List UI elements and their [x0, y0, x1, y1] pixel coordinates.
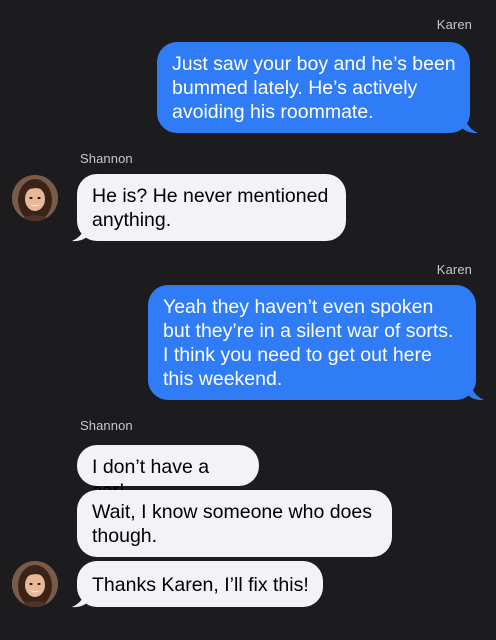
contact-avatar[interactable]	[12, 175, 58, 221]
woman-portrait-avatar-icon	[12, 561, 58, 607]
contact-avatar[interactable]	[12, 561, 58, 607]
message-text: Wait, I know someone who does though.	[92, 501, 372, 547]
message-bubble-incoming[interactable]: Wait, I know someone who does though.	[77, 490, 392, 557]
message-bubble-incoming[interactable]: I don’t have a car!	[77, 445, 259, 502]
bubble-tail-left-icon	[72, 588, 90, 608]
message-bubble-outgoing[interactable]: Just saw your boy and he’s been bummed l…	[157, 42, 470, 133]
sender-name-shannon: Shannon	[80, 418, 133, 433]
bubble-tail-left-icon	[72, 222, 90, 242]
sender-name-shannon: Shannon	[80, 151, 133, 166]
woman-portrait-avatar-icon	[12, 175, 58, 221]
message-bubble-incoming[interactable]: He is? He never mentioned anything.	[77, 174, 346, 241]
bubble-tail-right-icon	[460, 114, 478, 134]
bubble-tail-right-icon	[466, 381, 484, 401]
message-text: Just saw your boy and he’s been bummed l…	[172, 53, 456, 123]
message-bubble-incoming[interactable]: Thanks Karen, I’ll fix this!	[77, 561, 323, 607]
message-text: Thanks Karen, I’ll fix this!	[92, 574, 309, 596]
sender-name-karen: Karen	[436, 17, 472, 32]
message-text: Yeah they haven’t even spoken but they’r…	[163, 296, 454, 390]
message-bubble-outgoing[interactable]: Yeah they haven’t even spoken but they’r…	[148, 285, 476, 400]
message-text: He is? He never mentioned anything.	[92, 185, 329, 231]
message-thread: Karen Just saw your boy and he’s been bu…	[0, 0, 496, 640]
sender-name-karen: Karen	[436, 262, 472, 277]
